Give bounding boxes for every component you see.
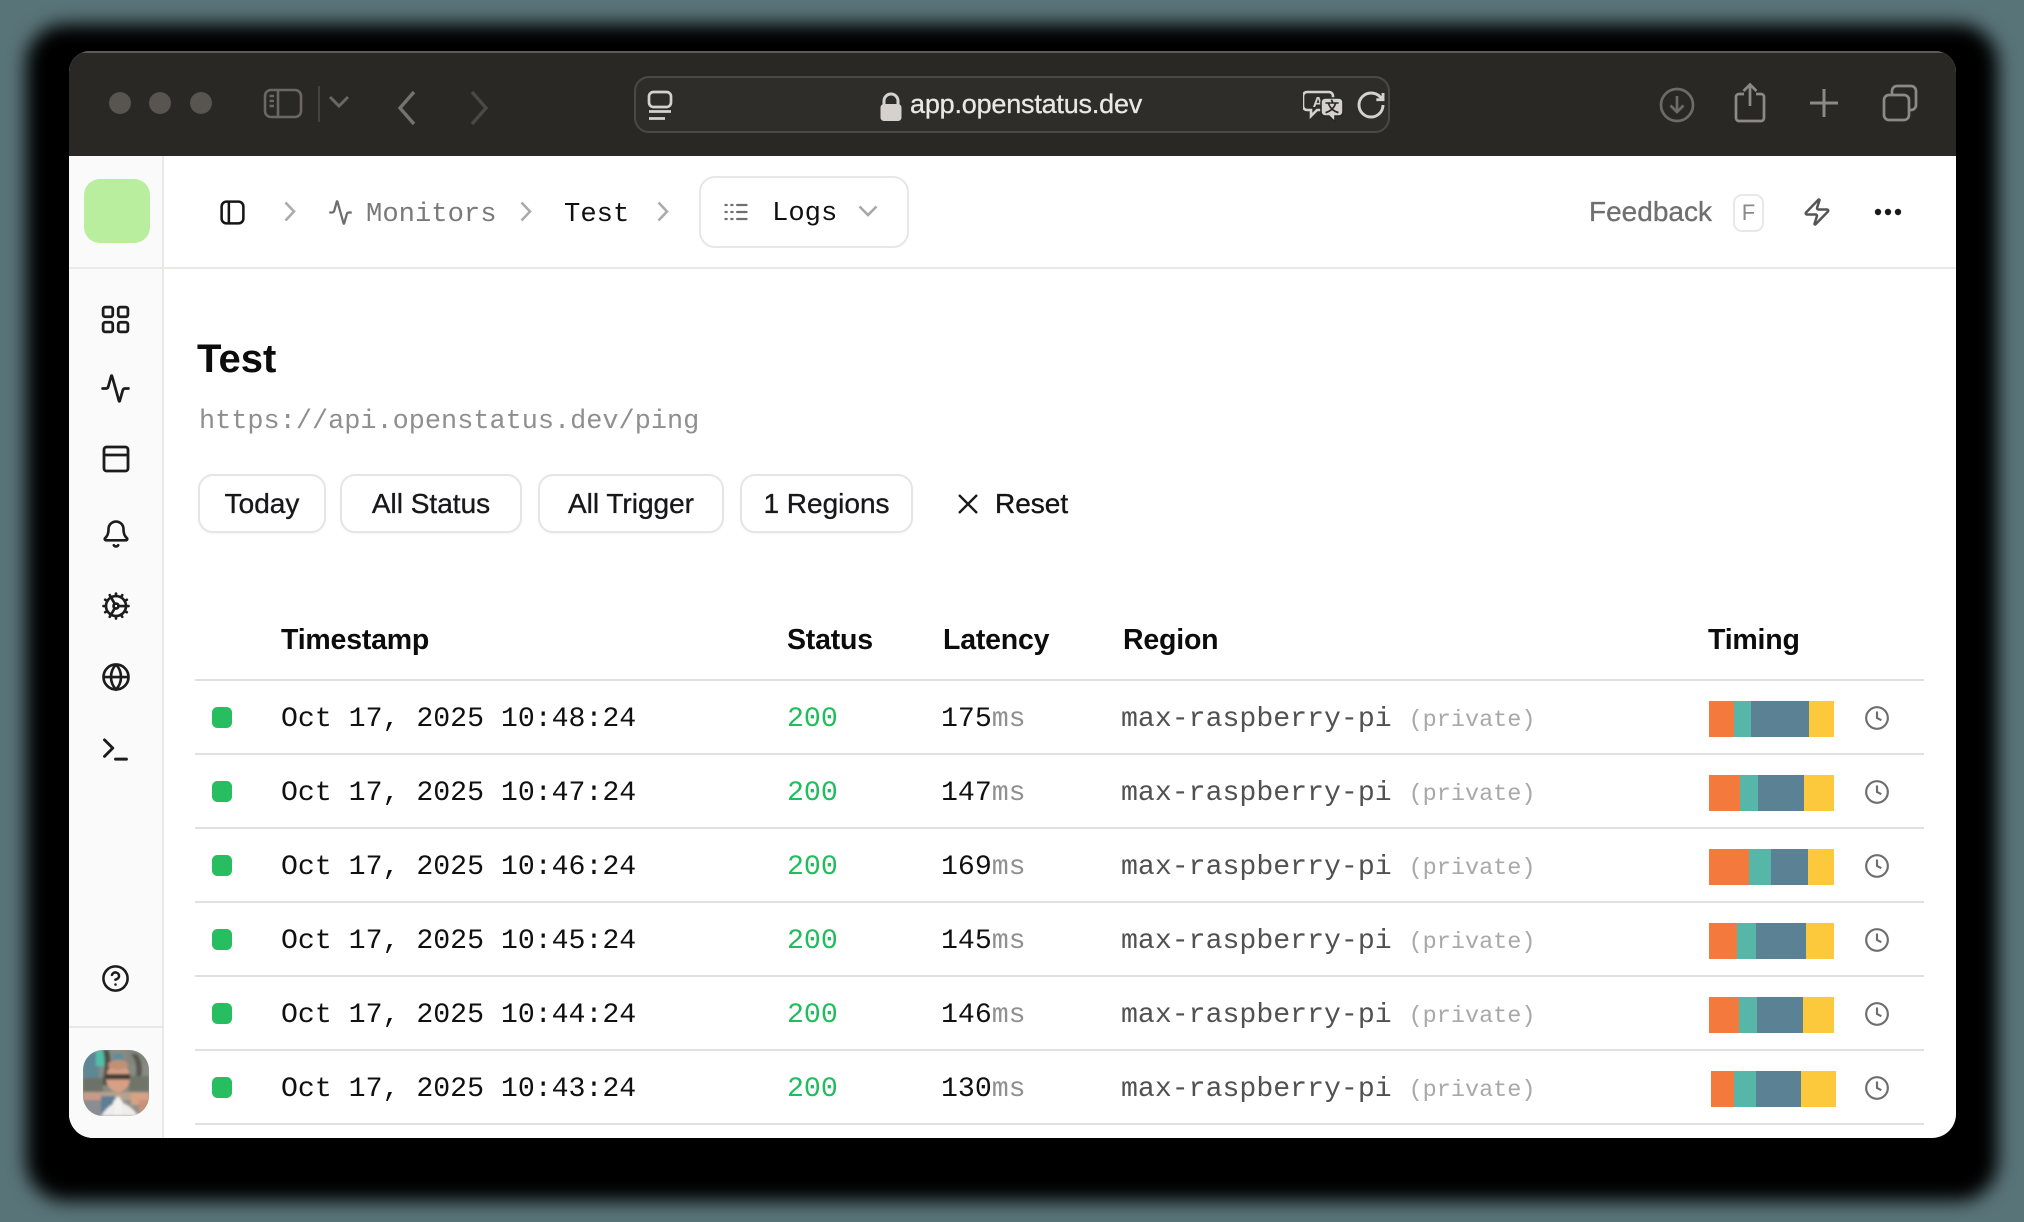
svg-text:文: 文 [1325,99,1340,115]
